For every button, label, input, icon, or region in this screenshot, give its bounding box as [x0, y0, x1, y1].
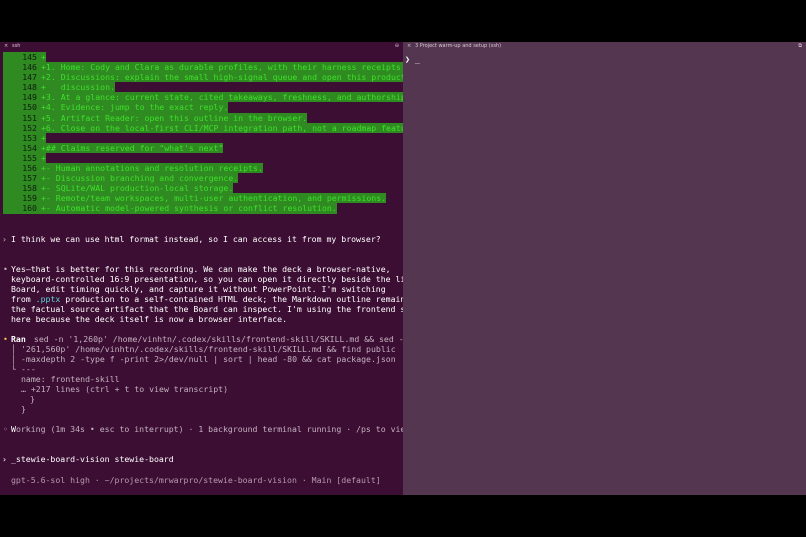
diff-line: 148 + discussion. [3, 82, 395, 93]
diff-line: 151 +5. Artifact Reader: open this outlin… [3, 112, 395, 123]
line-number: 158 [22, 183, 37, 194]
command-line: -maxdepth 2 -type f -print 2>/dev/null |… [21, 354, 396, 364]
line-number: 147 [22, 72, 37, 83]
reply-line: here because the deck itself is now a br… [11, 314, 288, 324]
diff-text: +## Claims reserved for "what's next" [41, 142, 224, 153]
diff-line: 157 +- Discussion branching and convergen… [3, 173, 395, 184]
line-number: 153 [22, 132, 37, 143]
left-pane-title: ssh [12, 43, 21, 49]
prompt-chevron-icon: ❯ [405, 54, 410, 64]
right-pane-tabbar: × 3 Project warm-up and setup (ssh) ⧉ [403, 42, 806, 51]
user-message: I think we can use html format instead, … [11, 234, 381, 244]
line-number: 149 [22, 92, 37, 103]
diff-line: 159 +- Remote/team workspaces, multi-user… [3, 193, 395, 204]
diff-line: 150 +4. Evidence: jump to the exact reply… [3, 102, 395, 113]
diff-line: 153 + [3, 132, 395, 143]
line-number: 154 [22, 142, 37, 153]
diff-text: +- Discussion branching and convergence. [41, 173, 239, 184]
right-terminal-pane[interactable]: × 3 Project warm-up and setup (ssh) ⧉ ❯ … [403, 42, 806, 495]
terminal-screen: × ssh ⊖ 145 +146 +1. Home: Cody and Clara … [0, 42, 806, 495]
left-pane-tabbar: × ssh ⊖ [0, 42, 403, 51]
diff-line: 155 + [3, 152, 395, 164]
line-number: 145 [22, 52, 37, 62]
close-icon[interactable]: × [407, 42, 411, 51]
line-number: 150 [22, 102, 37, 113]
status-footer: gpt-5.6-sol high · ~/projects/mrwarpro/s… [11, 475, 381, 485]
reply-bullet: • [3, 264, 8, 274]
diff-text: +1. Home: Cody and Clara as durable prof… [41, 62, 403, 73]
user-prompt-marker: › [2, 234, 7, 244]
diff-view: 145 +146 +1. Home: Cody and Clara as durab… [3, 52, 403, 214]
diff-line: 152 +6. Close on the local-first CLI/MCP … [3, 122, 403, 133]
command-line: '261,560p' /home/vinhtn/.codex/skills/fr… [21, 344, 396, 354]
diff-line: 158 +- SQLite/WAL production-local storag… [3, 183, 395, 194]
diff-text: +- Automatic model-powered synthesis or … [41, 203, 337, 214]
ran-bullet: • [3, 334, 8, 344]
ran-label: Ran [11, 334, 26, 344]
line-number: 152 [22, 122, 37, 133]
diff-text: + [41, 52, 46, 63]
line-number: 157 [22, 173, 37, 184]
right-pane-title: 3 Project warm-up and setup (ssh) [415, 43, 502, 49]
diff-text: + [41, 152, 46, 164]
line-number: 155 [22, 152, 37, 163]
diff-text: + [41, 132, 46, 143]
working-spinner: ◦ [3, 424, 8, 434]
line-number: 160 [22, 203, 37, 214]
line-number: 146 [22, 62, 37, 73]
left-terminal-pane[interactable]: × ssh ⊖ 145 +146 +1. Home: Cody and Clara … [0, 42, 403, 495]
tree-guide: └ [11, 364, 16, 374]
close-icon[interactable]: × [4, 42, 8, 51]
diff-text: + discussion. [41, 82, 115, 93]
diff-line: 154 +## Claims reserved for "what's next" [3, 142, 395, 153]
output-line: } [30, 394, 35, 404]
output-line: --- [21, 364, 36, 374]
pane-control-icon[interactable]: ⧉ [798, 42, 802, 51]
diff-text: +2. Discussions: explain the small high-… [41, 72, 403, 83]
tree-guide: │ [11, 344, 16, 354]
diff-line: 160 +- Automatic model-powered synthesis … [3, 203, 395, 214]
pptx-code: .pptx [35, 294, 61, 304]
diff-text: +3. At a glance: current state, cited ta… [41, 92, 403, 103]
reply-line: the factual source artifact that the Boa… [11, 304, 403, 314]
diff-text: +- Remote/team workspaces, multi-user au… [41, 193, 387, 204]
output-collapsed[interactable]: … +217 lines (ctrl + t to view transcrip… [21, 384, 228, 394]
tree-guide: │ [11, 354, 16, 364]
diff-text: +- SQLite/WAL production-local storage. [41, 183, 234, 194]
input-marker: › [2, 454, 7, 464]
cursor: _ [414, 54, 420, 64]
pane-control-icon[interactable]: ⊖ [395, 42, 399, 51]
line-number: 156 [22, 163, 37, 174]
diff-line: 156 +- Human annotations and resolution r… [3, 163, 395, 174]
line-number: 148 [22, 82, 37, 93]
output-line: } [21, 404, 26, 414]
working-status: Working (1m 34s • esc to interrupt) · 1 … [11, 424, 403, 434]
command-line: sed -n '1,260p' /home/vinhtn/.codex/skil… [29, 334, 403, 344]
diff-line: 146 +1. Home: Cody and Clara as durable p… [3, 62, 403, 73]
composer-input[interactable]: _stewie-board-vision stewie-board [11, 454, 174, 464]
reply-line: keyboard-controlled 16:9 presentation, s… [11, 274, 403, 284]
shell-prompt[interactable]: ❯ _ [405, 54, 420, 64]
line-number: 151 [22, 112, 37, 123]
diff-text: +4. Evidence: jump to the exact reply. [41, 102, 229, 113]
diff-text: +6. Close on the local-first CLI/MCP int… [41, 122, 403, 133]
reply-line: from .pptx production to a self-containe… [11, 294, 403, 304]
diff-text: +- Human annotations and resolution rece… [41, 163, 263, 174]
diff-text: +5. Artifact Reader: open this outline i… [41, 112, 308, 123]
line-number: 159 [22, 193, 37, 204]
diff-line: 145 + [3, 52, 395, 63]
diff-line: 147 +2. Discussions: explain the small hi… [3, 72, 403, 83]
output-line: name: frontend-skill [21, 374, 120, 384]
diff-line: 149 +3. At a glance: current state, cited… [3, 92, 403, 103]
reply-line: Board, edit timing quickly, and capture … [11, 284, 386, 294]
reply-line: Yes—that is better for this recording. W… [11, 264, 391, 274]
